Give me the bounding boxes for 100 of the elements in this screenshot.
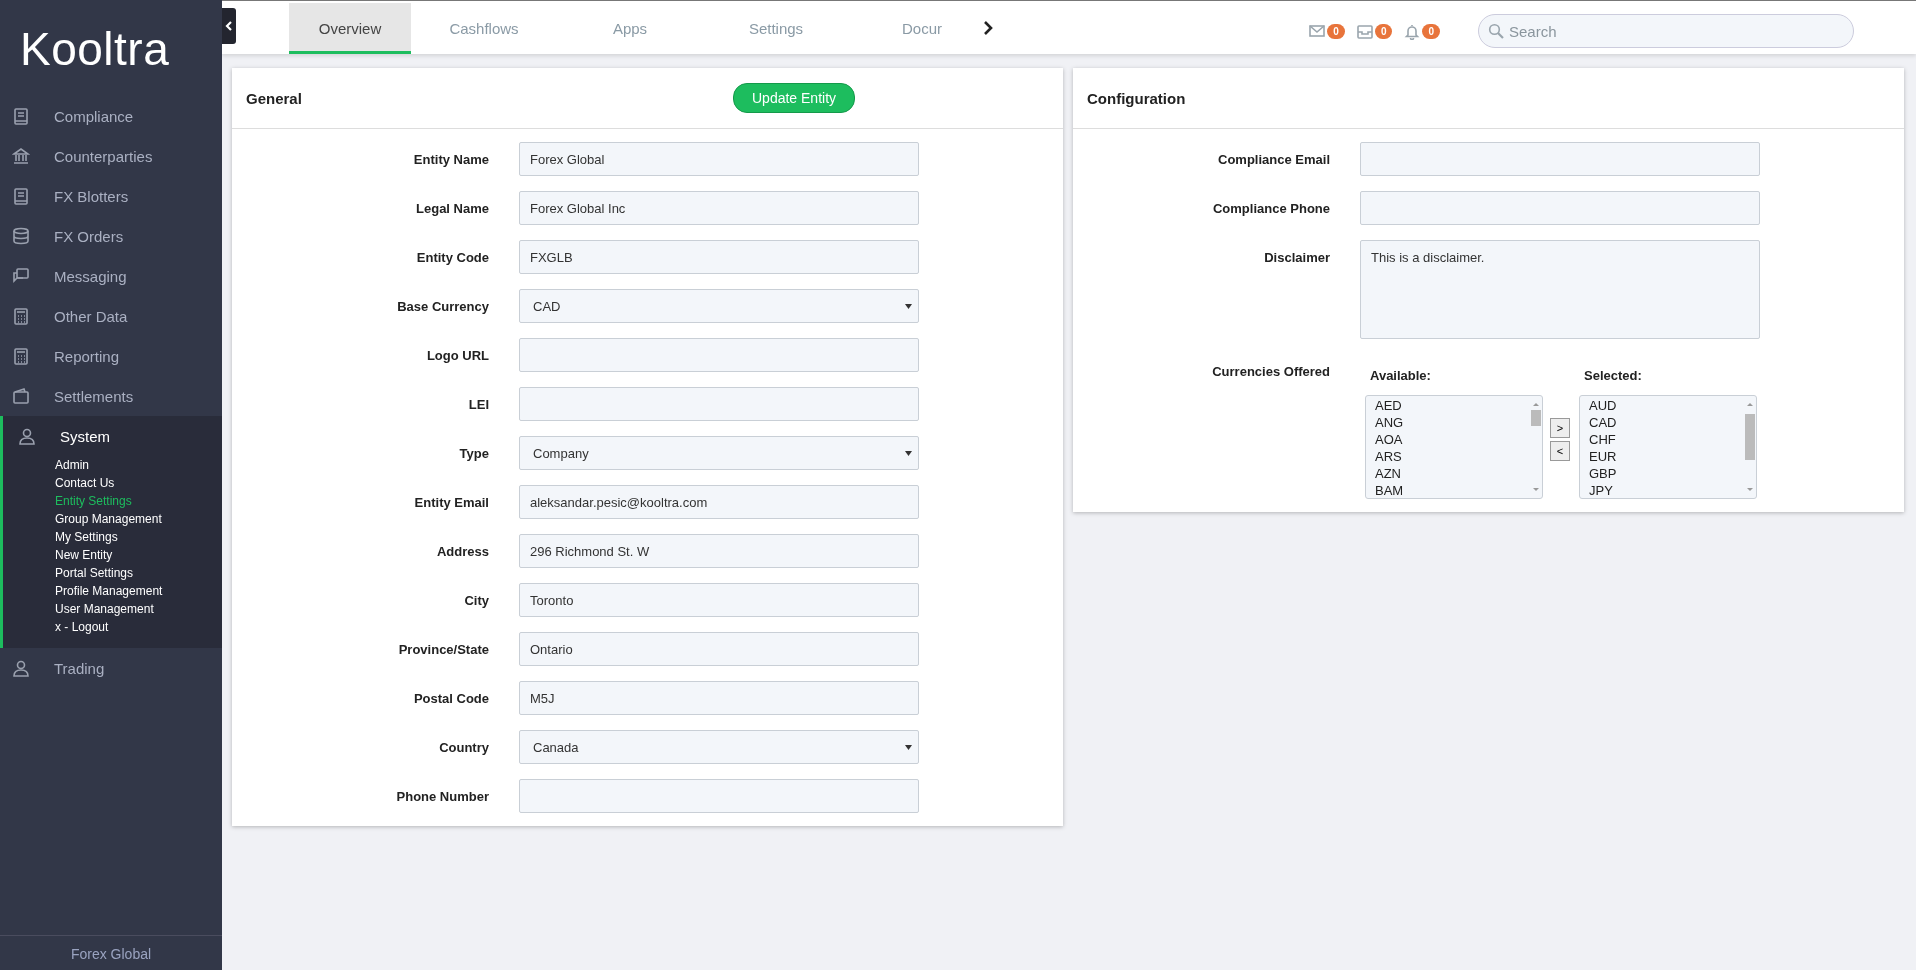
text-field[interactable] [1360,142,1760,176]
database-icon [12,227,30,245]
sidebar-item[interactable]: Reporting [0,336,222,376]
book-icon [12,107,30,125]
mail-icon[interactable] [1309,23,1326,40]
calculator-icon [12,307,30,325]
user-icon [18,427,36,445]
list-heading: Available: [1369,368,1432,385]
calculator-icon [12,347,30,365]
list-option[interactable]: ANG [1375,414,1530,431]
text-area[interactable]: This is a disclaimer. [1360,240,1760,339]
sidebar-subitem[interactable]: Portal Settings [55,564,134,582]
wallet-icon [12,387,30,405]
collapse-sidebar-button[interactable] [222,8,236,44]
field-label: Compliance Phone [1212,200,1330,218]
search-icon [1488,23,1504,39]
text-field[interactable]: Toronto [519,583,919,617]
field-label: Address [436,543,489,561]
text-field[interactable]: Ontario [519,632,919,666]
dropdown[interactable]: Canada [519,730,919,764]
move-button[interactable]: > [1550,418,1570,438]
text-field[interactable] [519,338,919,372]
list-option[interactable]: JPY [1589,482,1744,498]
dropdown[interactable]: Company [519,436,919,470]
field-label: Entity Code [416,249,489,267]
panel-title: Configuration [1087,89,1187,107]
list-option[interactable]: ARS [1375,448,1530,465]
field-label: Legal Name [416,200,489,218]
field-label: City [464,592,489,610]
chat-icon [12,267,30,285]
field-label: Base Currency [397,298,489,316]
sidebar-item[interactable]: FX Blotters [0,176,222,216]
bell-icon[interactable] [1404,23,1421,40]
list-option[interactable]: CAD [1589,414,1744,431]
search-field[interactable]: Search [1478,14,1854,48]
field-label: Logo URL [426,347,489,365]
sidebar-subitem[interactable]: Group Management [55,510,162,528]
chevron-left-icon [225,21,233,31]
book-icon [12,187,30,205]
field-label: Disclaimer [1264,249,1330,267]
sidebar-item[interactable]: Settlements [0,376,222,416]
text-field[interactable] [519,779,919,813]
bank-icon [12,147,30,165]
list-option[interactable]: AOA [1375,431,1530,448]
field-label: Postal Code [413,690,489,708]
caret-down-icon [905,303,912,309]
list-heading: Selected: [1583,368,1643,385]
sidebar-subitem[interactable]: x - Logout [55,618,109,636]
sidebar-subitem[interactable]: Entity Settings [55,492,132,510]
sidebar-subitem[interactable]: Profile Management [55,582,163,600]
field-label: LEI [468,396,489,414]
move-button[interactable]: < [1550,441,1570,461]
sidebar-item[interactable]: FX Orders [0,216,222,256]
list-option[interactable]: AUD [1589,397,1744,414]
text-field[interactable]: 296 Richmond St. W [519,534,919,568]
currency-list[interactable]: AED ANG AOA ARS AZN BAM [1365,395,1543,499]
list-option[interactable]: AED [1375,397,1530,414]
nav-tab[interactable]: Overview [289,3,411,54]
list-option[interactable]: AZN [1375,465,1530,482]
dropdown[interactable]: CAD [519,289,919,323]
field-label: Entity Name [413,151,489,169]
sidebar-item[interactable]: Counterparties [0,136,222,176]
field-label: Entity Email [414,494,489,512]
text-field[interactable]: M5J [519,681,919,715]
logo: Kooltra [19,22,171,77]
field-label: Country [439,739,489,757]
sidebar-item[interactable]: Messaging [0,256,222,296]
list-option[interactable]: BAM [1375,482,1530,498]
caret-down-icon [905,744,912,750]
field-label: Currencies Offered [1212,363,1330,381]
user-icon [12,659,30,677]
chevron-right-icon[interactable] [983,20,993,35]
sidebar-item[interactable]: Other Data [0,296,222,336]
field-label: Province/State [398,641,489,659]
list-option[interactable]: CHF [1589,431,1744,448]
field-label: Type [459,445,489,463]
text-field[interactable]: FXGLB [519,240,919,274]
currency-list[interactable]: AUD CAD CHF EUR GBP JPY [1579,395,1757,499]
count-badge: 0 [1327,24,1345,39]
field-label: Phone Number [396,788,489,806]
text-field[interactable] [519,387,919,421]
sidebar-item[interactable]: Trading [0,648,222,688]
sidebar-subitem[interactable]: Admin [55,456,89,474]
text-field[interactable] [1360,191,1760,225]
sidebar-subitem[interactable]: My Settings [55,528,118,546]
count-badge: 0 [1422,24,1440,39]
caret-down-icon [905,450,912,456]
sidebar-subitem[interactable]: User Management [55,600,154,618]
inbox-icon[interactable] [1356,23,1373,40]
panel-title: General [246,89,303,107]
text-field[interactable]: aleksandar.pesic@kooltra.com [519,485,919,519]
text-field[interactable]: Forex Global [519,142,919,176]
sidebar-subitem[interactable]: Contact Us [55,474,115,492]
text-field[interactable]: Forex Global Inc [519,191,919,225]
count-badge: 0 [1374,24,1393,39]
sidebar-item[interactable]: Compliance [0,96,222,136]
sidebar-subitem[interactable]: New Entity [55,546,113,564]
list-option[interactable]: GBP [1589,465,1744,482]
list-option[interactable]: EUR [1589,448,1744,465]
sidebar-item[interactable]: System [3,416,222,456]
